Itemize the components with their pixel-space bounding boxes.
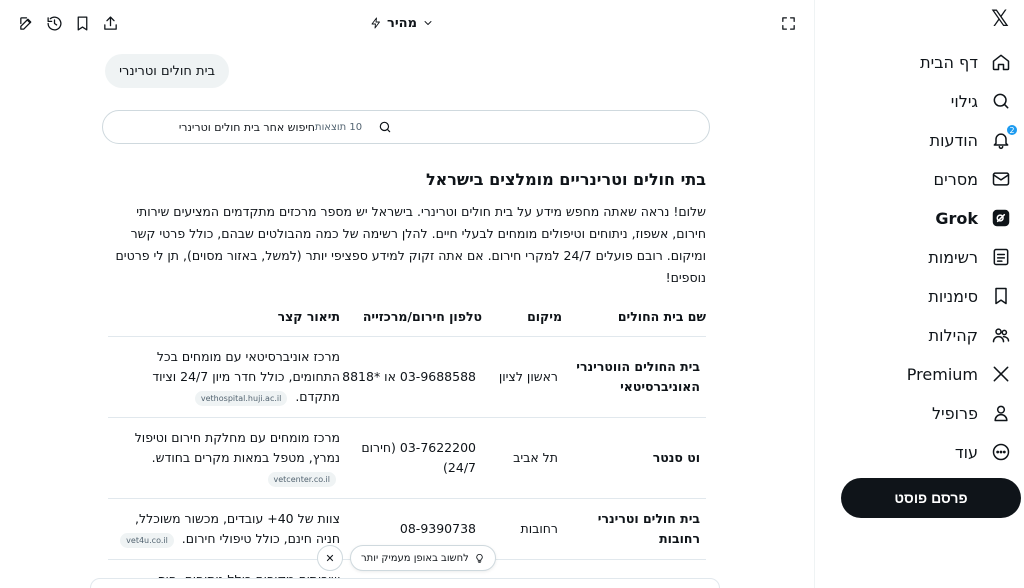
hospital-phone: 03-9688588 או *8818 — [340, 336, 482, 418]
share-icon[interactable] — [101, 14, 119, 32]
chevron-down-icon — [424, 21, 432, 25]
bookmark-icon[interactable] — [73, 14, 91, 32]
results-count[interactable]: 10 תוצאות — [315, 122, 362, 133]
history-icon[interactable] — [45, 14, 63, 32]
sidebar-item-communities[interactable]: קהילות — [929, 321, 1012, 349]
table-row: בית החולים הווטרינרי האוניברסיטאי ראשון … — [108, 336, 706, 418]
answer-intro: שלום! נראה שאתה מחפש מידע על בית חולים ו… — [115, 204, 707, 285]
sidebar-item-label: מסרים — [933, 169, 978, 189]
sidebar-item-more[interactable]: עוד — [955, 438, 1012, 466]
bookmark-icon — [990, 285, 1012, 307]
more-icon — [990, 441, 1012, 463]
profile-icon — [990, 402, 1012, 424]
hospital-location: ראשון לציון — [482, 336, 562, 418]
source-chip[interactable]: vetcenter.co.il — [267, 472, 336, 487]
composer-edge — [90, 578, 720, 588]
hospital-phone: 03-7622200 (חירום 24/7) — [340, 417, 482, 499]
think-deeper-button[interactable]: לחשוב באופן מעמיק יותר — [350, 545, 496, 571]
communities-icon — [990, 324, 1012, 346]
sidebar-item-premium[interactable]: Premium — [907, 360, 1012, 388]
sidebar-item-label: Grok — [935, 208, 978, 228]
hospital-name: וט סנטר — [562, 417, 706, 499]
sidebar-item-notifications[interactable]: 2 הודעות — [929, 124, 1018, 154]
list-icon — [990, 246, 1012, 268]
sidebar-item-home[interactable]: דף הבית — [920, 48, 1012, 76]
dismiss-suggestion-button[interactable]: ✕ — [317, 545, 343, 571]
column-header-name: שם בית החולים — [562, 303, 706, 337]
table-row: וט סנטר תל אביב 03-7622200 (חירום 24/7) … — [108, 417, 706, 499]
bell-icon: 2 — [990, 124, 1018, 151]
x-logo[interactable]: 𝕏 — [988, 8, 1012, 32]
hospital-name: בית החולים הווטרינרי האוניברסיטאי — [562, 336, 706, 418]
lightbulb-icon — [476, 553, 483, 563]
table-header-row: שם בית החולים מיקום טלפון חירום/מרכזייה … — [108, 303, 706, 337]
hospital-description: מרכז אוניברסיטאי עם מומחים בכל התחומים, … — [108, 336, 340, 418]
sidebar-item-label: קהילות — [928, 325, 978, 345]
model-selector[interactable]: מהיר — [370, 12, 434, 34]
column-header-location: מיקום — [482, 303, 562, 337]
grok-icon — [990, 207, 1012, 229]
hospital-description: צוות של 40+ עובדים, מכשור משוכלל, חניה ח… — [108, 498, 340, 560]
description-text: מרכז מומחים עם מחלקת חירום וטיפול נמרץ, … — [134, 430, 340, 465]
lightning-icon — [371, 17, 380, 29]
sidebar-nav: 𝕏 דף הבית גילוי 2 הודעות מסרים Grok רשימ… — [814, 0, 1024, 588]
post-button[interactable]: פרסם פוסט — [841, 478, 1021, 518]
sidebar-item-messages[interactable]: מסרים — [934, 165, 1012, 193]
user-query-bubble: בית חולים וטרינרי — [105, 54, 229, 88]
x-premium-icon — [990, 363, 1012, 385]
sidebar-item-lists[interactable]: רשימות — [928, 243, 1012, 271]
source-chip[interactable]: vethospital.huji.ac.il — [194, 391, 288, 406]
sidebar-item-profile[interactable]: פרופיל — [932, 399, 1012, 427]
sidebar-item-label: רשימות — [928, 247, 978, 267]
search-query-input[interactable] — [115, 120, 315, 134]
compose-icon[interactable] — [17, 14, 35, 32]
sidebar-item-label: פרופיל — [931, 403, 978, 423]
model-label: מהיר — [387, 15, 417, 31]
think-deeper-label: לחשוב באופן מעמיק יותר — [361, 552, 469, 564]
hospital-name: בית חולים וטרינרי רחובות — [562, 498, 706, 560]
expand-icon[interactable] — [779, 14, 797, 32]
grok-main-panel: מהיר בית חולים וטרינרי 10 תוצאות בתי חול… — [0, 0, 814, 588]
sidebar-item-grok[interactable]: Grok — [935, 204, 1012, 232]
sidebar-item-label: גילוי — [950, 91, 978, 111]
source-chip[interactable]: vet4u.co.il — [120, 533, 174, 548]
sidebar-item-bookmarks[interactable]: סימניות — [928, 282, 1012, 310]
sidebar-item-label: הודעות — [929, 130, 978, 150]
web-search-box[interactable]: 10 תוצאות — [102, 110, 710, 144]
column-header-phone: טלפון חירום/מרכזייה — [340, 303, 482, 337]
home-icon — [990, 51, 1012, 73]
answer-title: בתי חולים וטרינריים מומלצים בישראל — [425, 170, 706, 189]
sidebar-item-explore[interactable]: גילוי — [951, 87, 1012, 115]
notification-badge: 2 — [1006, 124, 1018, 136]
mail-icon — [990, 168, 1012, 190]
sidebar-item-label: סימניות — [928, 286, 978, 306]
column-header-description: תיאור קצר — [108, 303, 340, 337]
hospital-description: מרכז מומחים עם מחלקת חירום וטיפול נמרץ, … — [108, 417, 340, 499]
sidebar-item-label: דף הבית — [920, 52, 978, 72]
hospital-location: תל אביב — [482, 417, 562, 499]
search-icon — [376, 119, 392, 135]
sidebar-item-label: עוד — [954, 442, 978, 462]
sidebar-item-label: Premium — [906, 364, 978, 384]
search-icon — [990, 90, 1012, 112]
grok-answer: בתי חולים וטרינריים מומלצים בישראל שלום!… — [108, 170, 706, 588]
